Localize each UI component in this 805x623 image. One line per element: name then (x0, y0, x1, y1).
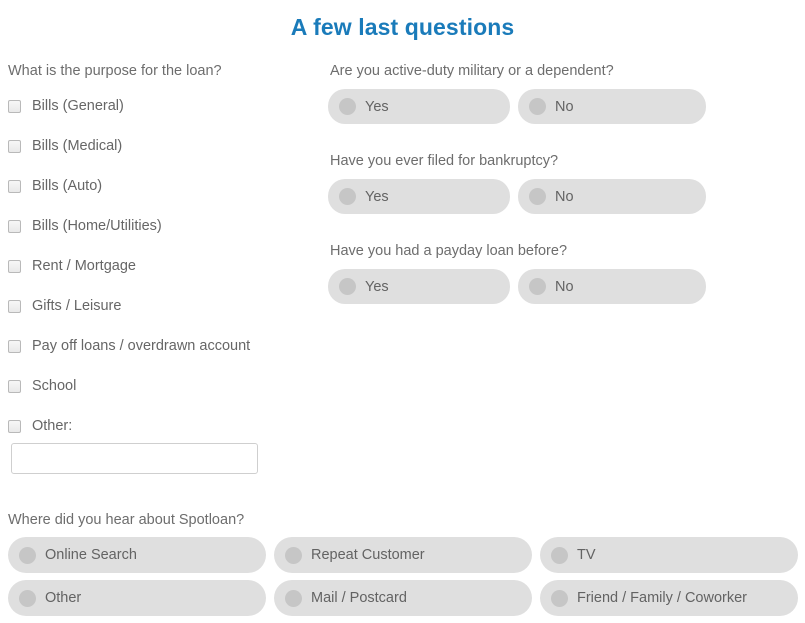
checkbox-row-bills-medical[interactable]: Bills (Medical) (8, 134, 308, 158)
checkbox-icon[interactable] (8, 99, 21, 113)
option-label: Friend / Family / Coworker (577, 590, 748, 606)
checkbox-label: School (32, 378, 77, 394)
checkbox-icon[interactable] (8, 299, 21, 313)
checkbox-label: Rent / Mortgage (32, 258, 136, 274)
bankruptcy-question-label: Have you ever filed for bankruptcy? (330, 153, 559, 169)
bankruptcy-no-option[interactable]: No (518, 179, 706, 214)
checkbox-icon[interactable] (8, 419, 21, 433)
military-yes-option[interactable]: Yes (328, 89, 510, 124)
military-question-label: Are you active-duty military or a depend… (330, 63, 614, 79)
payday-loan-yes-option[interactable]: Yes (328, 269, 510, 304)
radio-icon[interactable] (551, 546, 568, 564)
military-question-group: Are you active-duty military or a depend… (328, 62, 708, 124)
checkbox-label: Pay off loans / overdrawn account (32, 338, 251, 354)
radio-icon[interactable] (339, 188, 356, 205)
bankruptcy-answer-row: Yes No (328, 179, 708, 214)
checkbox-label: Other: (32, 418, 73, 434)
payday-loan-answer-row: Yes No (328, 269, 708, 304)
option-label: TV (577, 547, 596, 563)
bankruptcy-yes-option[interactable]: Yes (328, 179, 510, 214)
payday-loan-question-group: Have you had a payday loan before? Yes N… (328, 242, 708, 304)
hear-option-mail-postcard[interactable]: Mail / Postcard (274, 580, 532, 616)
option-label: Yes (365, 98, 389, 115)
military-answer-row: Yes No (328, 89, 708, 124)
option-label: Other (45, 590, 82, 606)
hear-option-other[interactable]: Other (8, 580, 266, 616)
hear-option-friend-family-coworker[interactable]: Friend / Family / Coworker (540, 580, 798, 616)
hear-option-tv[interactable]: TV (540, 537, 798, 573)
loan-purpose-group: What is the purpose for the loan? Bills … (8, 62, 308, 454)
checkbox-icon[interactable] (8, 379, 21, 393)
radio-icon[interactable] (551, 589, 568, 607)
radio-icon[interactable] (19, 546, 36, 564)
checkbox-row-bills-general[interactable]: Bills (General) (8, 94, 308, 118)
option-label: Online Search (45, 547, 137, 563)
checkbox-label: Gifts / Leisure (32, 298, 122, 314)
checkbox-icon[interactable] (8, 179, 21, 193)
checkbox-row-gifts-leisure[interactable]: Gifts / Leisure (8, 294, 308, 318)
checkbox-row-school[interactable]: School (8, 374, 308, 398)
radio-icon[interactable] (19, 589, 36, 607)
checkbox-label: Bills (Home/Utilities) (32, 218, 162, 234)
military-no-option[interactable]: No (518, 89, 706, 124)
option-label: Mail / Postcard (311, 590, 407, 606)
radio-icon[interactable] (529, 278, 546, 295)
other-purpose-input[interactable] (11, 443, 258, 474)
option-label: No (555, 98, 574, 115)
checkbox-row-bills-auto[interactable]: Bills (Auto) (8, 174, 308, 198)
checkbox-label: Bills (Auto) (32, 178, 103, 194)
page-title: A few last questions (290, 14, 515, 40)
checkbox-row-bills-home-utilities[interactable]: Bills (Home/Utilities) (8, 214, 308, 238)
checkbox-row-pay-off-loans[interactable]: Pay off loans / overdrawn account (8, 334, 308, 358)
radio-icon[interactable] (339, 98, 356, 115)
option-label: No (555, 188, 574, 205)
checkbox-icon[interactable] (8, 259, 21, 273)
radio-icon[interactable] (339, 278, 356, 295)
option-label: Repeat Customer (311, 547, 425, 563)
checkbox-icon[interactable] (8, 139, 21, 153)
bankruptcy-question-group: Have you ever filed for bankruptcy? Yes … (328, 152, 708, 214)
hear-option-online-search[interactable]: Online Search (8, 537, 266, 573)
payday-loan-question-label: Have you had a payday loan before? (330, 243, 568, 259)
option-label: Yes (365, 188, 389, 205)
hear-about-options-grid: Online Search Repeat Customer TV Other M… (8, 537, 798, 616)
loan-purpose-checkbox-list: Bills (General) Bills (Medical) Bills (A… (8, 94, 308, 438)
checkbox-label: Bills (General) (32, 98, 124, 114)
hear-about-question: Where did you hear about Spotloan? (8, 512, 245, 528)
option-label: No (555, 278, 574, 295)
checkbox-icon[interactable] (8, 339, 21, 353)
radio-icon[interactable] (285, 546, 302, 564)
checkbox-row-other[interactable]: Other: (8, 414, 308, 438)
option-label: Yes (365, 278, 389, 295)
radio-icon[interactable] (285, 589, 302, 607)
radio-icon[interactable] (529, 98, 546, 115)
checkbox-icon[interactable] (8, 219, 21, 233)
hear-option-repeat-customer[interactable]: Repeat Customer (274, 537, 532, 573)
checkbox-label: Bills (Medical) (32, 138, 123, 154)
payday-loan-no-option[interactable]: No (518, 269, 706, 304)
loan-purpose-question: What is the purpose for the loan? (8, 63, 222, 79)
hear-about-group: Where did you hear about Spotloan? Onlin… (8, 511, 798, 616)
checkbox-row-rent-mortgage[interactable]: Rent / Mortgage (8, 254, 308, 278)
radio-icon[interactable] (529, 188, 546, 205)
